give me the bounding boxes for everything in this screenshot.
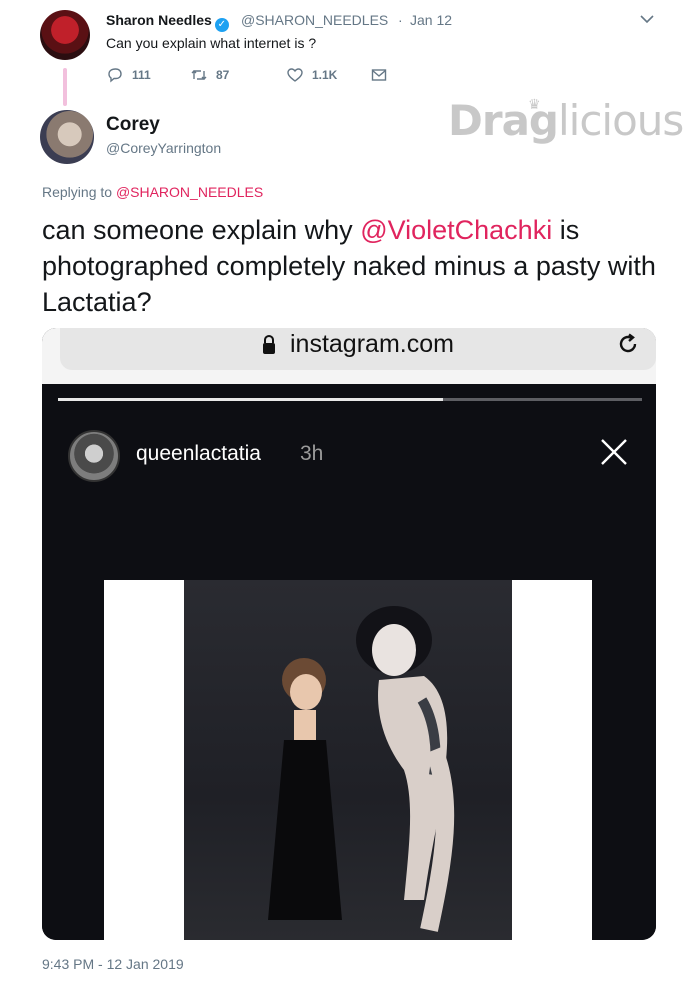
story-username: queenlactatia: [136, 442, 261, 465]
replying-prefix: Replying to: [42, 184, 116, 200]
tweet1-text: Can you explain what internet is ?: [106, 35, 317, 51]
tweet1-separator: ·: [398, 12, 403, 28]
tweet1-author-name[interactable]: Sharon Needles ✓: [106, 12, 229, 32]
browser-url-bar: instagram.com: [42, 328, 656, 384]
reply-count: 111: [132, 68, 151, 82]
tweet2-handle[interactable]: @CoreyYarrington: [106, 140, 221, 156]
retweet-button[interactable]: 87: [190, 66, 229, 84]
tweet2-mention[interactable]: @VioletChachki: [360, 215, 552, 245]
replying-to: Replying to @SHARON_NEEDLES: [42, 184, 263, 200]
envelope-icon: [371, 69, 387, 81]
reply-button[interactable]: 111: [106, 66, 151, 84]
photo-scene: [184, 580, 512, 940]
story-avatar: [68, 430, 120, 482]
tweet2-media-image[interactable]: instagram.com queenlactatia 3h: [42, 328, 656, 940]
avatar-sharon-needles[interactable]: [40, 10, 90, 60]
retweet-icon: [191, 70, 207, 80]
like-count: 1.1K: [312, 68, 338, 82]
draglicious-watermark-logo: Draglicious: [448, 96, 684, 145]
tweet2-author-name[interactable]: Corey: [106, 114, 160, 136]
crown-icon: ♛: [528, 96, 541, 112]
message-button[interactable]: [370, 66, 388, 84]
heart-icon: [287, 68, 303, 82]
photo-right-white-panel: [512, 580, 592, 940]
reload-icon: [619, 333, 637, 353]
url-text: instagram.com: [290, 330, 454, 358]
close-icon: [601, 439, 627, 465]
reply-icon: [108, 68, 122, 83]
tweet2-timestamp[interactable]: 9:43 PM - 12 Jan 2019: [42, 956, 184, 972]
url-pill: instagram.com: [60, 328, 656, 370]
tweet2-text: can someone explain why @VioletChachki i…: [42, 212, 662, 320]
avatar-corey[interactable]: [40, 110, 94, 164]
story-photo: [104, 580, 592, 940]
thread-connector-line: [63, 68, 67, 106]
tweet1-handle[interactable]: @SHARON_NEEDLES: [241, 12, 388, 28]
retweet-count: 87: [216, 68, 230, 82]
chevron-down-icon[interactable]: [638, 12, 656, 26]
tweet1-author-name-text[interactable]: Sharon Needles: [106, 12, 212, 28]
tweet1-date[interactable]: Jan 12: [410, 12, 452, 28]
instagram-story: queenlactatia 3h: [42, 384, 656, 940]
replying-to-mention[interactable]: @SHARON_NEEDLES: [116, 184, 263, 200]
verified-badge-icon: ✓: [214, 18, 229, 32]
photo-figure-child: [268, 658, 342, 920]
like-button[interactable]: 1.1K: [286, 66, 337, 84]
story-time: 3h: [300, 442, 324, 465]
photo-left-white-panel: [104, 580, 184, 940]
tweet2-text-before: can someone explain why: [42, 215, 361, 245]
story-progress-track: [58, 398, 642, 401]
lock-icon: [263, 334, 275, 354]
story-progress-fill: [58, 398, 444, 401]
